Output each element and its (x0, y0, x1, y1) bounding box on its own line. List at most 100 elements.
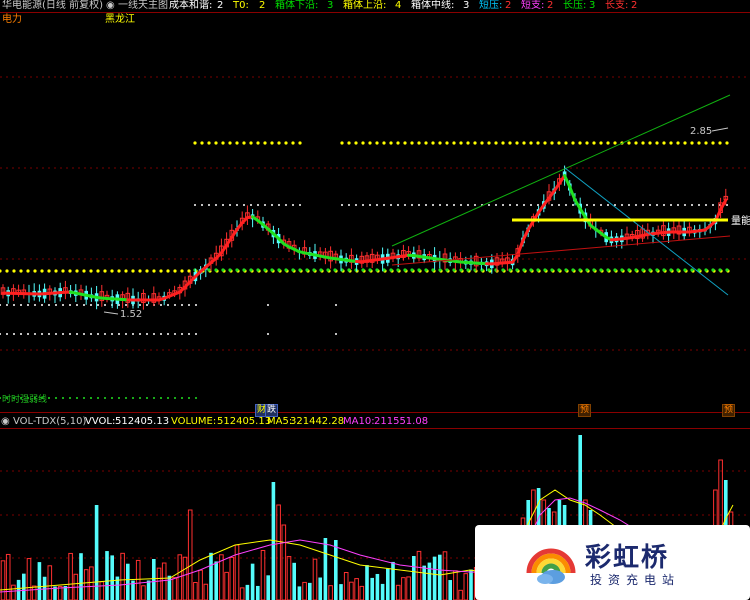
box-bottom-dots (487, 268, 491, 272)
box-bottom-dots (403, 268, 407, 272)
indicator-name[interactable]: 一线天主图 (118, 0, 168, 12)
volume-bar-down (365, 565, 369, 600)
box-top-dots (599, 141, 603, 145)
trend-lines (391, 94, 731, 296)
bottom-dots (97, 397, 99, 399)
box-top-dots (214, 141, 218, 145)
bottom-dots (188, 397, 190, 399)
bottom-dots (167, 397, 169, 399)
price-high-label: 2.85 (690, 126, 712, 137)
t0-dots (54, 269, 58, 273)
param-value-1: 2 (259, 0, 266, 11)
box-bottom-dots (592, 268, 596, 272)
box-bottom-dots (627, 268, 631, 272)
box-mid-dots (201, 204, 203, 206)
cost-dots (62, 333, 64, 335)
param-value-4: 3 (463, 0, 470, 11)
box-bottom-dots (599, 268, 603, 272)
volume-bar-down (126, 563, 130, 600)
box-mid-dots (705, 204, 707, 206)
box-top-dots (347, 141, 351, 145)
box-mid-dots (264, 204, 266, 206)
box-top-dots (529, 141, 533, 145)
box-mid-dots (390, 204, 392, 206)
bottom-dots (76, 397, 78, 399)
box-top-dots (592, 141, 596, 145)
low-dots (90, 304, 92, 306)
t0-dots (26, 269, 30, 273)
box-top-dots (550, 141, 554, 145)
volume-bar-up (354, 578, 359, 600)
box-bottom-dots (480, 268, 484, 272)
box-top-dots (235, 141, 239, 145)
box-mid-dots (215, 204, 217, 206)
volume-bar-up (401, 577, 406, 600)
low-dots (48, 304, 50, 306)
t0-dots (145, 269, 149, 273)
box-bottom-dots (676, 268, 680, 272)
box-top-dots (291, 141, 295, 145)
region-label: 黑龙江 (105, 14, 135, 25)
volume-label: VOLUME: (171, 416, 217, 427)
volume-bar-down (266, 575, 270, 600)
volume-bar-down (292, 562, 296, 600)
box-top-dots (578, 141, 582, 145)
t0-dots (5, 269, 9, 273)
box-top-dots (396, 141, 400, 145)
box-bottom-dots (368, 268, 372, 272)
t0-dots (68, 269, 72, 273)
main-chart[interactable]: 2.85 1.52 量能 时时强弱线 (0, 0, 750, 600)
cost-dots (267, 333, 269, 335)
box-bottom-dots (354, 268, 358, 272)
cost-dots (174, 333, 176, 335)
bottom-dots (146, 397, 148, 399)
box-top-dots (473, 141, 477, 145)
box-mid-dots (453, 204, 455, 206)
box-mid-dots (712, 204, 714, 206)
box-mid-dots (222, 204, 224, 206)
low-dots (160, 304, 162, 306)
bottom-dots (62, 397, 64, 399)
volume-bar-up (276, 504, 281, 600)
box-top-dots (452, 141, 456, 145)
stock-title[interactable]: 华电能源(日线 前复权) (2, 0, 103, 12)
cost-dots (104, 333, 106, 335)
param-value-7: 3 (589, 0, 596, 11)
box-top-dots (403, 141, 407, 145)
volume-bar-down (16, 579, 21, 600)
param-value-5: 2 (505, 0, 512, 11)
bottom-left-label: 时时强弱线 (2, 393, 47, 405)
param-label-2: 箱体下沿: (275, 0, 319, 11)
volume-bar-up (89, 566, 94, 600)
volume-bar-down (432, 556, 437, 600)
box-mid-dots (621, 204, 623, 206)
volume-indicator-name[interactable]: VOL-TDX(5,10) (13, 416, 86, 428)
box-mid-dots (355, 204, 357, 206)
low-dots (41, 304, 43, 306)
box-mid-dots (607, 204, 609, 206)
param-value-8: 2 (631, 0, 638, 11)
box-mid-dots (502, 204, 504, 206)
volume-bar-down (334, 540, 338, 600)
low-dots (6, 304, 8, 306)
indicator-dropdown-icon[interactable]: ◉ (106, 0, 115, 12)
box-bottom-dots (347, 268, 351, 272)
box-bottom-dots (550, 268, 554, 272)
box-bottom-dots (221, 268, 225, 272)
box-mid-dots (418, 204, 420, 206)
volume-settings-icon[interactable]: ◉ (1, 416, 10, 428)
cost-dots (118, 333, 120, 335)
low-dots (13, 304, 15, 306)
box-top-dots (459, 141, 463, 145)
ma5-value: 321442.28 (290, 416, 345, 427)
bottom-dots (181, 397, 183, 399)
bottom-dots (139, 397, 141, 399)
t0-dots (117, 269, 121, 273)
box-top-dots (676, 141, 680, 145)
box-bottom-dots (291, 268, 295, 272)
box-mid-dots (558, 204, 560, 206)
volume-bar-down (448, 580, 452, 600)
cost-dots (125, 333, 127, 335)
volume-bar-up (239, 587, 245, 600)
box-bottom-dots (396, 268, 400, 272)
